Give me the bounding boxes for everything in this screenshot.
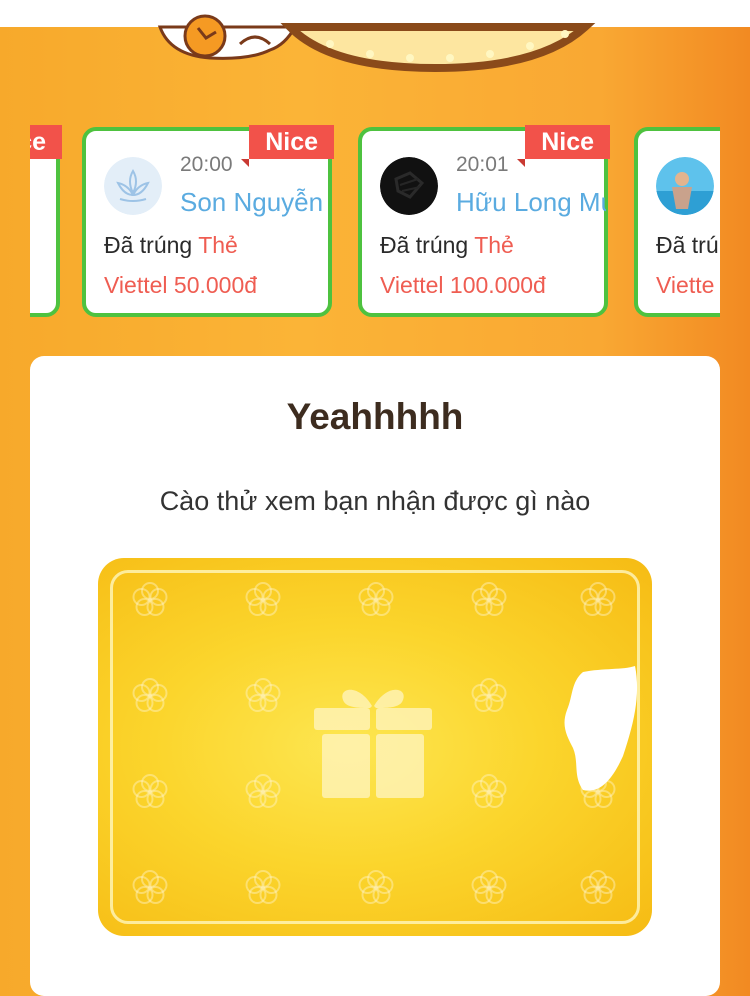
card-badge: ce — [30, 125, 62, 159]
winner-card[interactable]: Nice 20:01 Hữu Long Mu Đã trúng Thẻ Viet… — [358, 125, 610, 317]
mascot-icon — [157, 14, 298, 60]
dark-pattern-avatar — [380, 157, 438, 215]
card-badge: Nice — [517, 125, 610, 167]
won-highlight: Thẻ — [474, 232, 514, 258]
winner-card[interactable]: Nice 20:00 Son Nguyễn Đã trúng Thẻ Viett… — [82, 125, 334, 317]
prize-text: Viette — [656, 272, 715, 298]
winners-carousel[interactable]: ce ễn Nice 20:00 Son Nguyễn Đã trúng Thẻ… — [30, 112, 720, 332]
winner-card[interactable]: ce ễn — [30, 125, 62, 317]
scratch-panel: Yeahhhhh Cào thử xem bạn nhận được gì nà… — [30, 356, 720, 996]
won-label: Đã trú — [656, 232, 719, 258]
win-time: 20:00 — [180, 153, 233, 176]
panel-subtitle: Cào thử xem bạn nhận được gì nào — [159, 486, 591, 516]
scratched-area — [564, 666, 638, 791]
won-label: Đã trúng Thẻ — [104, 232, 238, 258]
win-time: 20:01 — [456, 153, 509, 176]
winner-name: Hữu Long Mu — [456, 187, 606, 217]
prize-text: Viettel 50.000đ — [104, 272, 258, 298]
lotus-logo-icon — [104, 157, 162, 215]
winner-name: Son Nguyễn — [180, 187, 324, 217]
banner-decoration — [157, 14, 596, 73]
winner-card[interactable]: Đã trú Viette — [634, 127, 720, 317]
prize-text: Viettel 100.000đ — [380, 272, 546, 298]
card-badge: Nice — [241, 125, 334, 167]
gift-icon — [314, 689, 432, 798]
stage-lights-icon — [280, 23, 596, 73]
won-highlight: Thẻ — [198, 232, 238, 258]
panel-title: Yeahhhhh — [286, 396, 464, 437]
scratch-card[interactable] — [98, 558, 652, 936]
beach-photo-avatar — [656, 157, 714, 215]
won-label: Đã trúng Thẻ — [380, 232, 514, 258]
winner-name: ễn — [30, 187, 62, 218]
